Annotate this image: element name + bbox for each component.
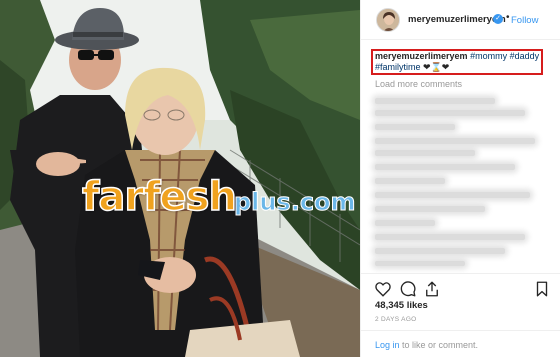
blurred-comment-line: [375, 248, 505, 254]
login-bar: Log in to like or comment.: [361, 330, 560, 357]
avatar-image: [377, 9, 399, 31]
watermark-main-text: farfesh: [81, 173, 237, 221]
post-photo[interactable]: farfeshplus.com: [0, 0, 360, 357]
watermark-sub-text: plus.com: [233, 188, 356, 217]
login-rest-text: to like or comment.: [399, 340, 479, 350]
likes-count[interactable]: 48,345 likes: [375, 300, 428, 311]
login-prompt: Log in to like or comment.: [375, 340, 478, 350]
login-link[interactable]: Log in: [375, 340, 400, 350]
hashtag-mommy[interactable]: #mommy: [470, 51, 507, 61]
blurred-comment-line: [375, 124, 455, 130]
caption-emoji: ❤⌛❤: [423, 62, 450, 72]
load-more-comments-link[interactable]: Load more comments: [375, 79, 462, 89]
blurred-comment-line: [375, 192, 530, 198]
blurred-comment-line: [375, 206, 485, 212]
post-timestamp: 2 DAYS AGO: [375, 316, 417, 323]
blurred-comment-line: [375, 178, 445, 184]
post-caption: meryemuzerlimeryem #mommy #daddy #family…: [375, 51, 543, 73]
blurred-comment-line: [375, 220, 435, 226]
blurred-comment-line: [375, 98, 495, 104]
avatar[interactable]: [376, 8, 400, 32]
blurred-comment-line: [375, 164, 515, 170]
heart-icon[interactable]: [374, 280, 392, 298]
blurred-comment-line: [375, 110, 525, 116]
caption-username[interactable]: meryemuzerlimeryem: [375, 51, 468, 61]
hashtag-familytime[interactable]: #familytime: [375, 62, 421, 72]
watermark: farfeshplus.com: [81, 173, 356, 221]
hashtag-daddy[interactable]: #daddy: [510, 51, 540, 61]
blurred-comment-line: [375, 150, 475, 156]
post-header: meryemuzerlimeryem ✓ • Follow: [361, 0, 560, 40]
header-username[interactable]: meryemuzerlimeryem: [408, 14, 506, 25]
header-separator: •: [506, 12, 510, 23]
comment-icon[interactable]: [399, 280, 417, 298]
verified-badge-icon: ✓: [493, 14, 503, 24]
blurred-comment-line: [375, 261, 465, 266]
post-side-panel: meryemuzerlimeryem ✓ • Follow meryemuzer…: [360, 0, 560, 357]
blurred-comment-line: [375, 138, 535, 144]
action-bar: [361, 273, 560, 301]
share-icon[interactable]: [423, 280, 441, 298]
follow-button[interactable]: Follow: [511, 15, 538, 26]
blurred-comment-line: [375, 234, 525, 240]
bookmark-icon[interactable]: [533, 280, 551, 298]
